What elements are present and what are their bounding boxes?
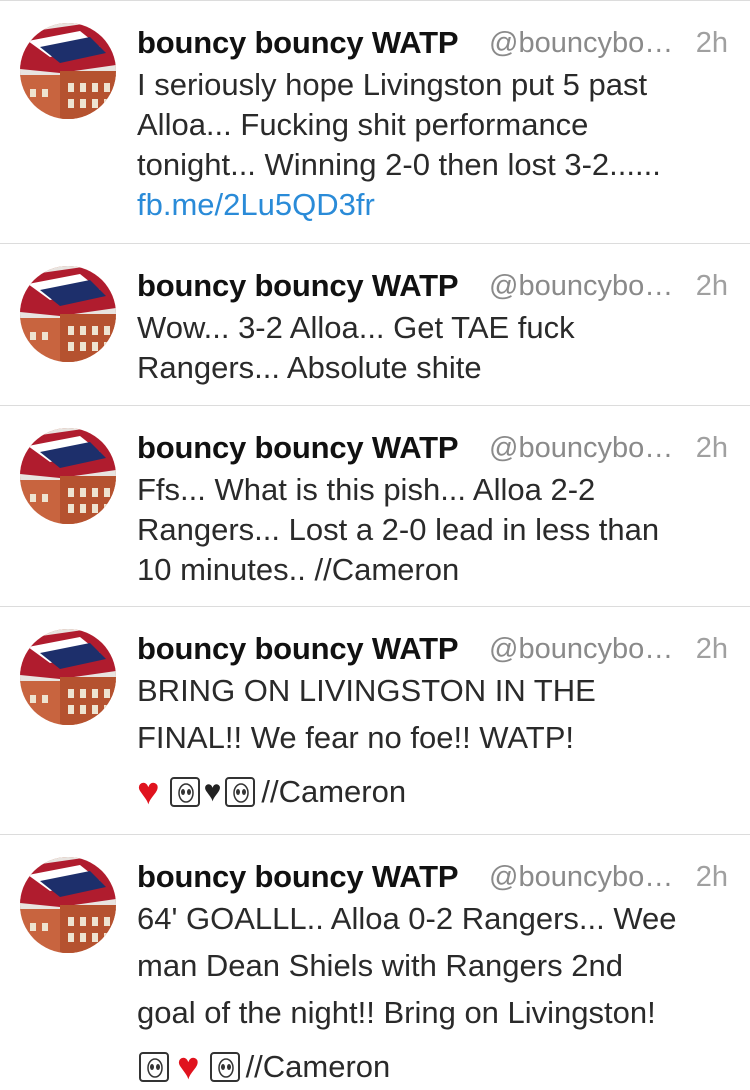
avatar-image — [20, 857, 116, 953]
tweet-line: Alloa... Fucking shit performance — [137, 107, 589, 142]
tweet[interactable]: bouncy bouncy WATP @bouncybo… 2h Wow... … — [0, 243, 750, 405]
tweet-line: man Dean Shiels with Rangers 2nd — [137, 948, 623, 983]
tweet-line: Rangers... Absolute shite — [137, 350, 482, 385]
user-name[interactable]: bouncy bouncy WATP — [137, 430, 459, 466]
tweet-header: bouncy bouncy WATP @bouncybo… 2h — [137, 629, 732, 671]
tweet-line: 64' GOALLL.. Alloa 0-2 Rangers... Wee — [137, 901, 677, 936]
tweet-line: BRING ON LIVINGSTON IN THE — [137, 673, 596, 708]
user-name[interactable]: bouncy bouncy WATP — [137, 25, 459, 61]
emoji-line: ♥ //Cameron — [137, 1048, 390, 1086]
tweet-time: 2h — [695, 27, 728, 59]
tweet-line: FINAL!! We fear no foe!! WATP! — [137, 720, 575, 755]
tweet-line: Ffs... What is this pish... Alloa 2-2 — [137, 472, 596, 507]
tweet-header: bouncy bouncy WATP @bouncybo… 2h — [137, 428, 732, 470]
tweet[interactable]: bouncy bouncy WATP @bouncybo… 2h I serio… — [0, 0, 750, 243]
signature-text: //Cameron — [261, 774, 407, 809]
tweet-line: goal of the night!! Bring on Livingston! — [137, 995, 656, 1030]
avatar-image — [20, 266, 116, 362]
tweet-time: 2h — [695, 633, 728, 665]
emoji-line: ♥ ♥ //Cameron — [137, 773, 406, 811]
tweet[interactable]: bouncy bouncy WATP @bouncybo… 2h Ffs... … — [0, 405, 750, 606]
tweet-time: 2h — [695, 861, 728, 893]
tweet[interactable]: bouncy bouncy WATP @bouncybo… 2h BRING O… — [0, 606, 750, 834]
tweet-timeline: bouncy bouncy WATP @bouncybo… 2h I serio… — [0, 0, 750, 1090]
user-name[interactable]: bouncy bouncy WATP — [137, 631, 459, 667]
tweet-text: BRING ON LIVINGSTON IN THE FINAL!! We fe… — [137, 667, 737, 761]
avatar[interactable] — [20, 266, 116, 362]
avatar[interactable] — [20, 629, 116, 725]
avatar-image — [20, 629, 116, 725]
alien-emoji — [169, 777, 200, 807]
signature-text: //Cameron — [245, 1049, 391, 1084]
tweet-text: Wow... 3-2 Alloa... Get TAE fuck Rangers… — [137, 308, 737, 388]
user-handle[interactable]: @bouncybo… — [489, 861, 673, 894]
user-handle[interactable]: @bouncybo… — [489, 270, 673, 303]
tweet-line: tonight... Winning 2-0 then lost 3-2....… — [137, 147, 661, 182]
tweet[interactable]: bouncy bouncy WATP @bouncybo… 2h 64' GOA… — [0, 834, 750, 1090]
tweet-text: I seriously hope Livingston put 5 past A… — [137, 65, 737, 225]
tweet-header: bouncy bouncy WATP @bouncybo… 2h — [137, 857, 732, 899]
tweet-time: 2h — [695, 270, 728, 302]
tweet-line: Rangers... Lost a 2-0 lead in less than — [137, 512, 660, 547]
red-heart-emoji: ♥ — [137, 771, 160, 813]
tweet-text: Ffs... What is this pish... Alloa 2-2 Ra… — [137, 470, 737, 590]
tweet-link[interactable]: fb.me/2Lu5QD3fr — [137, 185, 737, 225]
tweet-line: 10 minutes.. //Cameron — [137, 552, 460, 587]
alien-emoji — [225, 777, 256, 807]
tweet-line: Wow... 3-2 Alloa... Get TAE fuck — [137, 310, 575, 345]
avatar-image — [20, 23, 116, 119]
user-handle[interactable]: @bouncybo… — [489, 633, 673, 666]
tweet-header: bouncy bouncy WATP @bouncybo… 2h — [137, 266, 732, 308]
avatar[interactable] — [20, 428, 116, 524]
avatar[interactable] — [20, 23, 116, 119]
tweet-header: bouncy bouncy WATP @bouncybo… 2h — [137, 23, 732, 65]
tweet-line: I seriously hope Livingston put 5 past — [137, 67, 648, 102]
user-handle[interactable]: @bouncybo… — [489, 432, 673, 465]
user-handle[interactable]: @bouncybo… — [489, 27, 673, 60]
avatar-image — [20, 428, 116, 524]
tweet-text: 64' GOALLL.. Alloa 0-2 Rangers... Wee ma… — [137, 895, 737, 1036]
avatar[interactable] — [20, 857, 116, 953]
user-name[interactable]: bouncy bouncy WATP — [137, 268, 459, 304]
alien-emoji — [139, 1052, 169, 1082]
red-heart-emoji: ♥ — [177, 1046, 200, 1088]
user-name[interactable]: bouncy bouncy WATP — [137, 859, 459, 895]
black-heart-emoji: ♥ — [203, 775, 222, 808]
tweet-time: 2h — [695, 432, 728, 464]
alien-emoji — [209, 1052, 240, 1082]
